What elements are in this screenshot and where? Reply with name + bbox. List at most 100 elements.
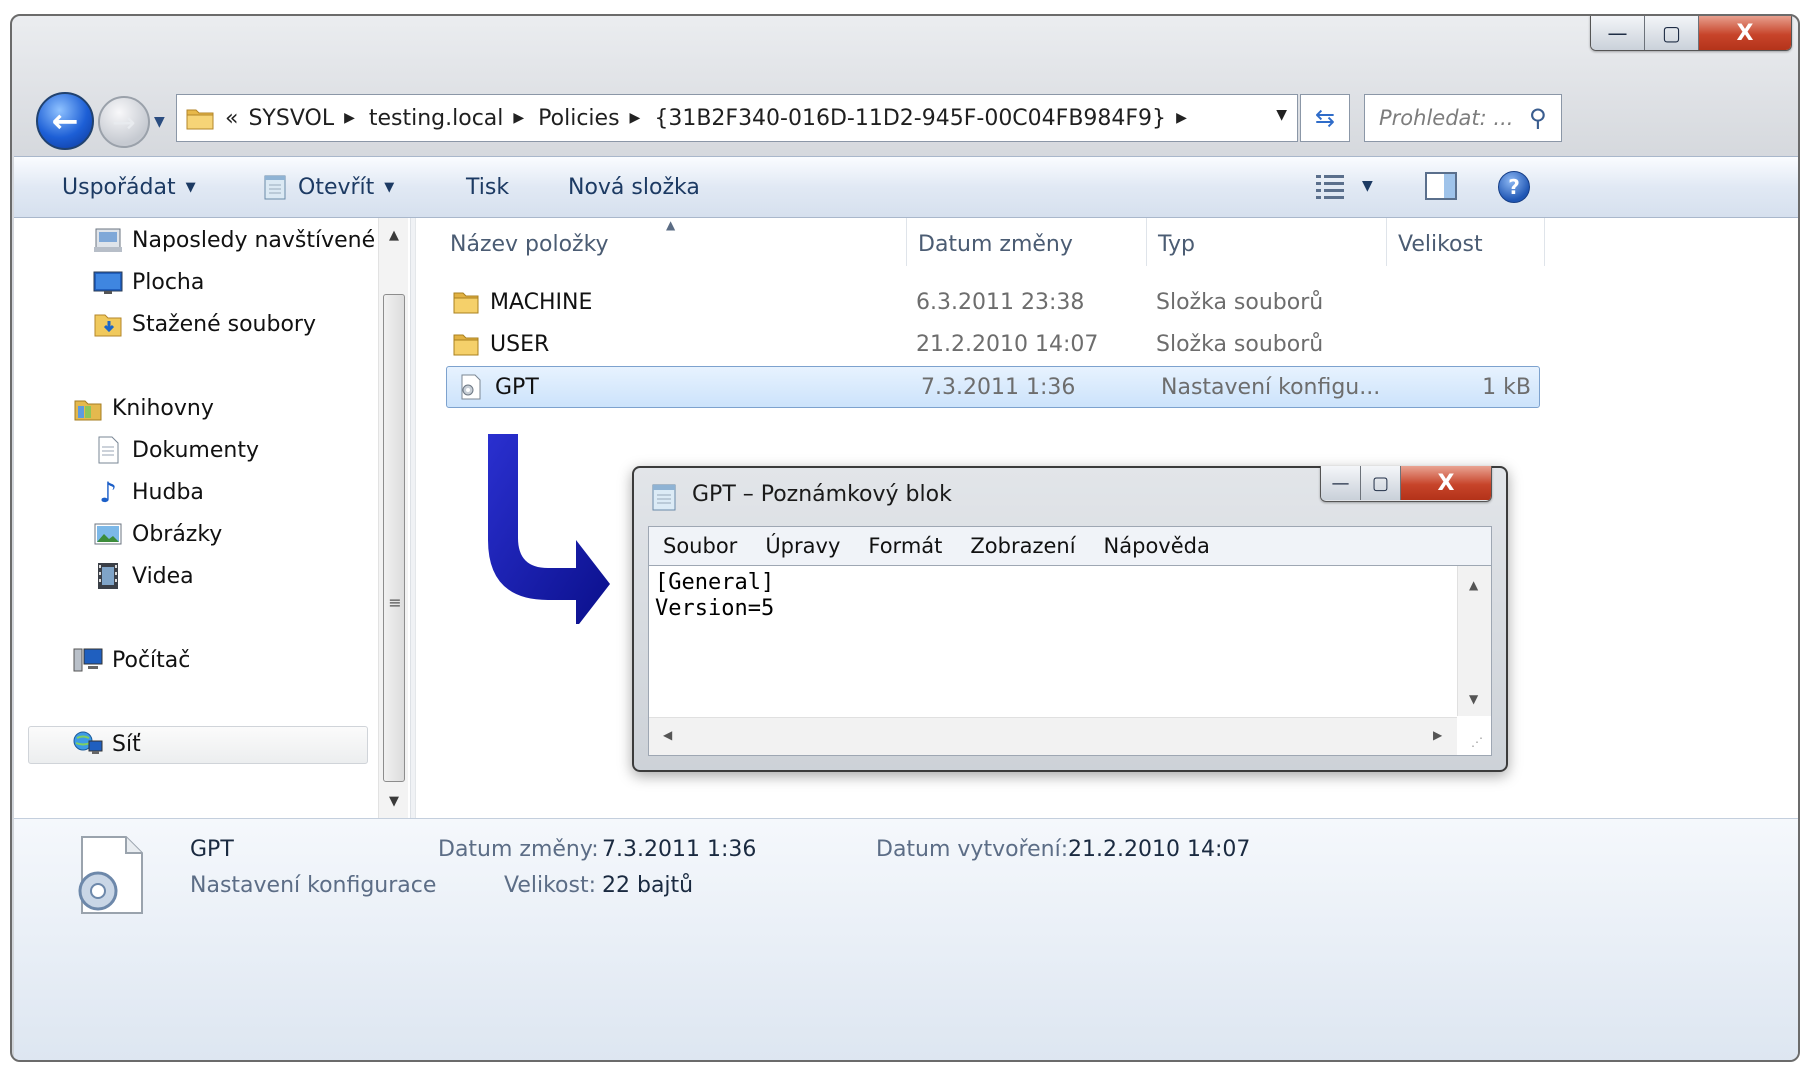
- resize-grip-icon[interactable]: ⋰: [1471, 735, 1483, 749]
- menu-help[interactable]: Nápověda: [1104, 534, 1210, 558]
- column-divider[interactable]: [1146, 218, 1147, 266]
- folder-icon: [453, 334, 479, 356]
- nav-item-music[interactable]: ♪ Hudba: [92, 472, 204, 512]
- notepad-text-area[interactable]: [General] Version=5 ▲ ▼ ◀ ▶ ⋰: [648, 566, 1492, 756]
- new-folder-button[interactable]: Nová složka: [568, 175, 700, 200]
- nav-item-downloads[interactable]: Stažené soubory: [92, 304, 316, 344]
- scroll-thumb[interactable]: ≡: [383, 294, 405, 782]
- nav-item-libraries[interactable]: Knihovny: [72, 388, 214, 428]
- search-icon[interactable]: ⚲: [1529, 104, 1547, 132]
- nav-item-label: Hudba: [132, 479, 204, 505]
- menu-edit[interactable]: Úpravy: [765, 534, 840, 558]
- notepad-close-button[interactable]: X: [1401, 466, 1491, 500]
- window-controls: — ▢ X: [1590, 16, 1792, 51]
- notepad-menu-bar: Soubor Úpravy Formát Zobrazení Nápověda: [648, 526, 1492, 566]
- breadcrumb-separator[interactable]: ▶: [513, 110, 524, 126]
- column-header-type[interactable]: Typ: [1158, 232, 1195, 257]
- column-header-name[interactable]: Název položky: [450, 232, 609, 257]
- close-button[interactable]: X: [1699, 16, 1791, 50]
- notepad-title: GPT – Poznámkový blok: [692, 482, 952, 507]
- open-label: Otevřít: [298, 174, 375, 200]
- scroll-right-icon[interactable]: ▶: [1433, 728, 1442, 742]
- breadcrumb-separator[interactable]: ▶: [1176, 110, 1187, 126]
- scroll-up-icon[interactable]: ▲: [1469, 578, 1478, 592]
- details-pane: GPT Nastavení konfigurace Datum změny: 7…: [14, 818, 1798, 1060]
- open-button[interactable]: Otevřít ▼: [260, 172, 394, 202]
- column-divider[interactable]: [1386, 218, 1387, 266]
- breadcrumb-policies[interactable]: Policies: [538, 106, 619, 131]
- address-bar[interactable]: « SYSVOL ▶ testing.local ▶ Policies ▶ {3…: [176, 94, 1298, 142]
- nav-item-label: Naposledy navštívené: [132, 227, 376, 253]
- file-row-gpt[interactable]: GPT 7.3.2011 1:36 Nastavení konfigu... 1…: [446, 366, 1540, 408]
- nav-item-label: Knihovny: [112, 395, 214, 421]
- back-button[interactable]: ←: [36, 92, 94, 150]
- maximize-button[interactable]: ▢: [1645, 16, 1699, 50]
- scroll-down-icon[interactable]: ▼: [379, 794, 409, 809]
- music-icon: ♪: [99, 475, 117, 509]
- search-input[interactable]: [1379, 98, 1529, 138]
- folder-icon: [186, 109, 214, 130]
- notepad-vertical-scrollbar[interactable]: ▲ ▼: [1457, 566, 1491, 716]
- notepad-maximize-button[interactable]: ▢: [1361, 466, 1401, 500]
- details-modified-label: Datum změny:: [438, 837, 599, 862]
- minimize-button[interactable]: —: [1591, 16, 1645, 50]
- scroll-up-icon[interactable]: ▲: [379, 228, 409, 243]
- downloads-folder-icon: [92, 309, 124, 339]
- breadcrumb-separator[interactable]: ▶: [630, 110, 641, 126]
- folder-icon: [453, 292, 479, 314]
- address-dropdown-icon[interactable]: ▼: [1276, 107, 1287, 123]
- file-name: USER: [490, 332, 550, 357]
- nav-item-network[interactable]: Síť: [72, 724, 141, 764]
- preview-pane-button[interactable]: [1424, 171, 1458, 201]
- config-file-large-icon: [78, 836, 143, 914]
- scroll-down-icon[interactable]: ▼: [1469, 692, 1478, 706]
- breadcrumb-policy-guid[interactable]: {31B2F340-016D-11D2-945F-00C04FB984F9}: [654, 106, 1166, 131]
- column-header-size[interactable]: Velikost: [1398, 232, 1483, 257]
- file-row-machine[interactable]: MACHINE 6.3.2011 23:38 Složka souborů: [442, 282, 1534, 324]
- organize-label: Uspořádat: [62, 174, 176, 200]
- notepad-minimize-button[interactable]: —: [1321, 466, 1361, 500]
- nav-item-recent-places[interactable]: Naposledy navštívené: [92, 220, 375, 260]
- breadcrumb-sysvol[interactable]: SYSVOL: [248, 106, 334, 131]
- refresh-button[interactable]: ⇆: [1300, 94, 1350, 142]
- menu-view[interactable]: Zobrazení: [970, 534, 1075, 558]
- nav-item-label: Síť: [112, 731, 141, 757]
- back-arrow-icon: ←: [51, 102, 79, 140]
- menu-file[interactable]: Soubor: [663, 534, 737, 558]
- nav-item-label: Videa: [132, 563, 194, 589]
- column-divider[interactable]: [1544, 218, 1545, 266]
- help-button[interactable]: ?: [1498, 171, 1530, 203]
- menu-format[interactable]: Formát: [868, 534, 942, 558]
- file-date: 7.3.2011 1:36: [921, 375, 1076, 400]
- notepad-horizontal-scrollbar[interactable]: ◀ ▶: [649, 717, 1457, 755]
- scroll-left-icon[interactable]: ◀: [663, 728, 672, 742]
- forward-button[interactable]: →: [98, 96, 150, 148]
- file-date: 21.2.2010 14:07: [916, 332, 1099, 357]
- breadcrumb-overflow[interactable]: «: [225, 106, 238, 131]
- search-box[interactable]: ⚲: [1364, 94, 1562, 142]
- nav-item-videos[interactable]: Videa: [92, 556, 194, 596]
- nav-item-computer[interactable]: Počítač: [72, 640, 190, 680]
- breadcrumb-separator[interactable]: ▶: [344, 110, 355, 126]
- videos-icon: [92, 561, 124, 591]
- nav-item-documents[interactable]: Dokumenty: [92, 430, 259, 470]
- chevron-down-icon: ▼: [384, 179, 395, 195]
- notepad-window: GPT – Poznámkový blok — ▢ X Soubor Úprav…: [632, 466, 1508, 772]
- breadcrumb-testing-local[interactable]: testing.local: [369, 106, 504, 131]
- recent-pages-dropdown[interactable]: ▼: [154, 114, 165, 130]
- explorer-window: — ▢ X ← → ▼ « SYSVOL ▶ testing.local ▶ P…: [10, 14, 1800, 1062]
- view-options-button[interactable]: ▼: [1314, 171, 1373, 201]
- file-size: 1 kB: [1482, 375, 1531, 400]
- nav-item-pictures[interactable]: Obrázky: [92, 514, 222, 554]
- print-button[interactable]: Tisk: [466, 175, 509, 200]
- nav-item-desktop[interactable]: Plocha: [92, 262, 204, 302]
- column-header-date[interactable]: Datum změny: [918, 232, 1073, 257]
- column-divider[interactable]: [906, 218, 907, 266]
- file-row-user[interactable]: USER 21.2.2010 14:07 Složka souborů: [442, 324, 1534, 366]
- text-line: [General]: [655, 570, 775, 595]
- text-line: Version=5: [655, 596, 775, 621]
- file-name: GPT: [495, 375, 539, 400]
- config-file-icon: [461, 374, 481, 400]
- nav-scrollbar[interactable]: ▲ ≡ ▼: [378, 218, 408, 818]
- organize-button[interactable]: Uspořádat ▼: [62, 175, 196, 200]
